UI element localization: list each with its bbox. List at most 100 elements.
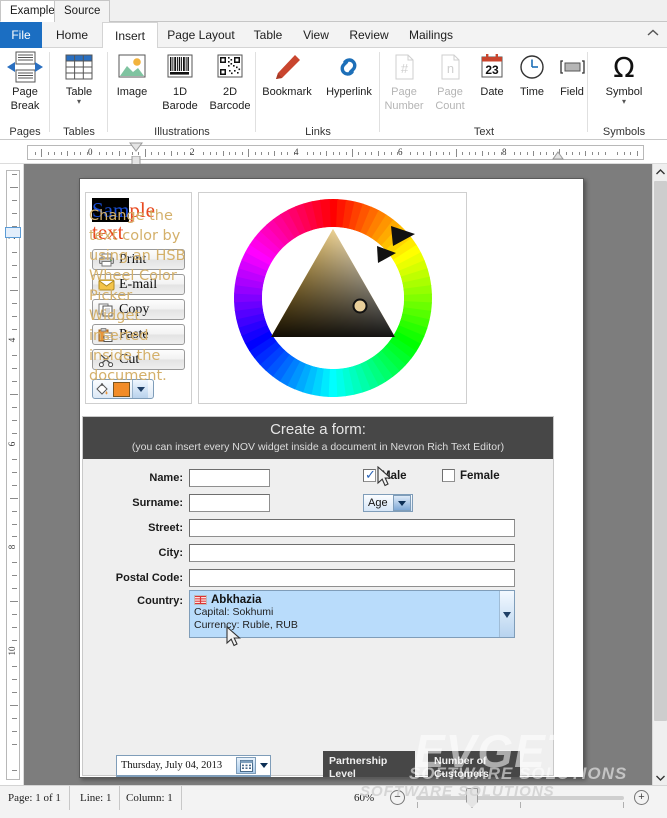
minus-circle-icon[interactable]: −: [390, 790, 405, 805]
ruler-tick: [12, 459, 17, 460]
ribbon-tab-bar: File Home Insert Page Layout Table View …: [0, 22, 667, 48]
ribbon-group-illustrations-label: Illustrations: [108, 126, 256, 138]
ribbon-button-page-break-label2: Break: [0, 100, 50, 112]
document-canvas[interactable]: Sample text Print: [24, 164, 652, 785]
ruler-tick: [579, 152, 580, 155]
ribbon-tab-mailings-label: Mailings: [409, 28, 453, 42]
document-page[interactable]: Sample text Print: [79, 178, 584, 778]
ribbon-button-bookmark[interactable]: Bookmark: [256, 50, 318, 98]
document-tab-source[interactable]: Source: [54, 0, 110, 22]
ribbon-button-2d-barcode[interactable]: 2D Barcode: [204, 50, 256, 112]
checkbox-male[interactable]: ✓: [363, 469, 376, 482]
ruler-tick: [203, 152, 204, 155]
input-name[interactable]: [189, 469, 270, 487]
chevron-down-icon[interactable]: [393, 495, 411, 511]
ruler-tick: [54, 152, 55, 155]
ribbon-button-page-number[interactable]: # Page Number: [380, 50, 428, 112]
ruler-tick: [151, 152, 152, 155]
plus-circle-icon[interactable]: +: [634, 790, 649, 805]
ruler-tick: [12, 692, 17, 693]
ruler-tick: [235, 152, 236, 155]
ribbon-button-table[interactable]: Table ▾: [50, 50, 108, 105]
ruler-tick: [12, 200, 17, 201]
chevron-down-icon[interactable]: [503, 605, 511, 623]
ribbon-tab-home[interactable]: Home: [42, 22, 102, 48]
ruler-tick: [326, 151, 327, 156]
ribbon-button-field[interactable]: Field: [552, 50, 592, 98]
ruler-tick: [339, 152, 340, 155]
vertical-scrollbar[interactable]: [652, 164, 667, 785]
ribbon-button-date[interactable]: 23 Date: [472, 50, 512, 98]
ruler-tick: [12, 265, 17, 266]
ribbon-button-page-count[interactable]: n Page Count: [428, 50, 472, 112]
ribbon-button-time[interactable]: Time: [512, 50, 552, 98]
input-surname[interactable]: [189, 494, 270, 512]
label-name: Name:: [95, 472, 183, 484]
ruler-tick: [74, 152, 75, 155]
ribbon-tab-page-layout[interactable]: Page Layout: [158, 22, 244, 48]
ruler-tick: [12, 640, 17, 641]
status-column: Column: 1: [118, 786, 182, 810]
chevron-down-icon[interactable]: [653, 770, 667, 785]
label-female: Female: [460, 470, 500, 482]
ribbon-button-image[interactable]: Image: [108, 50, 156, 98]
ribbon-button-page-count-label2: Count: [428, 100, 472, 112]
chevron-down-icon[interactable]: ▾: [50, 98, 108, 105]
number-of-customers-title-line1: Number of: [434, 755, 514, 768]
chevron-down-icon[interactable]: ▾: [588, 98, 660, 105]
ruler-tick: [423, 152, 424, 155]
ribbon-button-page-number-label1: Page: [380, 86, 428, 98]
ribbon-tab-insert-label: Insert: [115, 29, 145, 43]
ruler-tick: [320, 152, 321, 155]
ruler-tick: [80, 152, 81, 155]
ribbon-tab-file[interactable]: File: [0, 22, 42, 48]
hyperlink-icon: [318, 50, 380, 84]
color-wheel-panel[interactable]: [198, 192, 467, 404]
ruler-tick: [119, 151, 120, 156]
ribbon-tab-review[interactable]: Review: [340, 22, 398, 48]
combo-age-value: Age: [364, 497, 393, 509]
combo-age[interactable]: Age: [363, 494, 413, 512]
calendar-icon[interactable]: [236, 757, 256, 774]
ruler-tick: [184, 152, 185, 155]
vertical-ruler-margin-marker[interactable]: [5, 227, 21, 238]
ribbon-button-1d-barcode[interactable]: 1D Barode: [156, 50, 204, 112]
ruler-tick: [488, 152, 489, 155]
vertical-ruler[interactable]: 246810: [0, 164, 24, 785]
ruler-tick: [12, 329, 17, 330]
ruler-tick: [145, 149, 146, 157]
input-street[interactable]: [189, 519, 515, 537]
date-picker-input[interactable]: Thursday, July 04, 2013: [116, 755, 271, 776]
country-listbox-scrollbar[interactable]: [499, 591, 514, 637]
form-subtitle: (you can insert every NOV widget inside …: [83, 440, 553, 454]
hsb-wheel-color-picker-icon[interactable]: [233, 198, 433, 398]
vertical-scrollbar-thumb[interactable]: [654, 181, 667, 721]
ribbon-button-2d-barcode-label2: Barcode: [204, 100, 256, 112]
ruler-tick: [12, 731, 17, 732]
input-postal-code[interactable]: [189, 569, 515, 587]
input-city[interactable]: [189, 544, 515, 562]
chevron-down-icon[interactable]: [257, 763, 270, 768]
checkbox-female[interactable]: [442, 469, 455, 482]
chevron-up-icon[interactable]: [653, 164, 667, 179]
calendar-dropdown[interactable]: ◀ July, 2013 ▶ Sun Mon Tue Wed Thu Fri S…: [116, 776, 271, 778]
zoom-slider-thumb[interactable]: [466, 788, 478, 808]
ribbon-button-symbol[interactable]: Ω Symbol ▾: [588, 50, 660, 105]
ribbon-tab-mailings[interactable]: Mailings: [398, 22, 464, 48]
omega-symbol-icon: Ω: [588, 50, 660, 84]
horizontal-ruler-scale: 0 2 4 6 8: [27, 145, 644, 160]
ribbon-group-tables-label: Tables: [50, 126, 108, 138]
status-page: Page: 1 of 1: [0, 786, 70, 810]
ribbon-tab-view[interactable]: View: [292, 22, 340, 48]
ribbon-button-page-count-label1: Page: [428, 86, 472, 98]
ribbon-button-page-break[interactable]: Page Break: [0, 50, 50, 112]
horizontal-ruler[interactable]: 0 2 4 6 8: [0, 140, 667, 164]
zoom-slider-track[interactable]: [416, 796, 624, 800]
country-listbox[interactable]: Abkhazia Capital: Sokhumi Currency: Rubl…: [189, 590, 515, 638]
ribbon-tab-table[interactable]: Table: [244, 22, 292, 48]
chevron-up-icon[interactable]: [646, 27, 660, 41]
ribbon-button-hyperlink[interactable]: Hyperlink: [318, 50, 380, 98]
status-bar: Page: 1 of 1 Line: 1 Column: 1 60% − + S…: [0, 785, 667, 818]
ribbon-tab-insert[interactable]: Insert: [102, 22, 158, 49]
country-listbox-selected-item[interactable]: Abkhazia Capital: Sokhumi Currency: Rubl…: [190, 591, 499, 637]
